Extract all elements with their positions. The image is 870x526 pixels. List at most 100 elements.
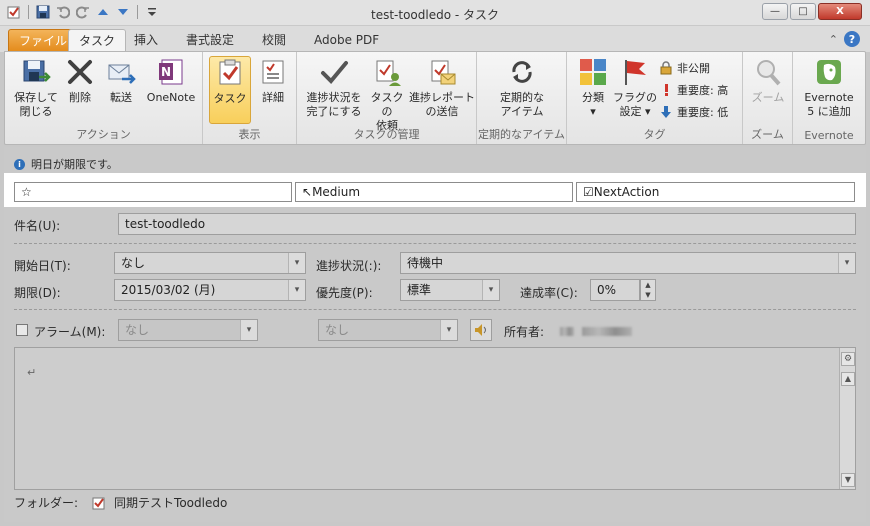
categorize-button[interactable]: 分類 ▾ (573, 56, 613, 119)
folder-label: フォルダー: (14, 496, 79, 510)
reminder-sound-button[interactable] (470, 319, 492, 341)
down-arrow-icon (659, 105, 673, 119)
percent-complete-label: 達成率(C): (520, 286, 578, 300)
recurrence-label-2: アイテム (500, 105, 544, 118)
onenote-button[interactable]: N OneNote (143, 56, 199, 105)
group-actions: 保存して 閉じる 削除 転送 N OneNote アクション (5, 52, 203, 144)
divider-1 (14, 243, 856, 244)
close-button[interactable]: X (818, 3, 862, 20)
assign-task-button[interactable]: タスクの 依頼 (367, 56, 407, 133)
zoom-button[interactable]: ズーム (749, 56, 787, 105)
spin-up-icon[interactable]: ▲ (641, 280, 655, 290)
maximize-button[interactable]: □ (790, 3, 816, 20)
scroll-up-icon[interactable]: ▲ (841, 372, 855, 386)
folder-footer: フォルダー: 同期テストToodledo (14, 494, 227, 511)
categorize-label: 分類 (582, 91, 604, 104)
start-date-label: 開始日(T): (14, 259, 71, 273)
due-date-combo[interactable]: 2015/03/02 (月) (114, 279, 306, 301)
checkmark-icon (318, 56, 350, 88)
minimize-ribbon-icon[interactable]: ⌃ (829, 33, 838, 46)
send-status-report-icon (426, 56, 458, 88)
folder-value: 同期テストToodledo (114, 496, 228, 510)
help-icon[interactable]: ? (844, 31, 860, 47)
send-status-report-button[interactable]: 進捗レポート の送信 (409, 56, 475, 119)
start-date-combo[interactable]: なし (114, 252, 306, 274)
group-tags-label: タグ (643, 128, 666, 141)
priority-label: 優先度(P): (316, 286, 373, 300)
magnifier-icon (752, 56, 784, 88)
title-bar: test-toodledo - タスク — □ X (0, 0, 870, 26)
tab-adobe-pdf[interactable]: Adobe PDF (304, 29, 389, 52)
group-evernote-label: Evernote (804, 129, 854, 142)
task-view-icon (214, 57, 246, 89)
delete-label: 削除 (69, 91, 91, 104)
lock-icon (659, 61, 673, 75)
notes-content: ↵ (27, 366, 37, 379)
low-importance-button[interactable]: 重要度: 低 (659, 104, 728, 120)
task-view-button[interactable]: タスク (209, 56, 251, 124)
reminder-time-combo[interactable]: なし (318, 319, 458, 341)
assign-task-label-1: タスクの (370, 91, 404, 118)
divider-2 (14, 309, 856, 310)
info-bar: i 明日が期限です。 (14, 156, 118, 172)
private-button[interactable]: 非公開 (659, 60, 710, 76)
follow-up-button[interactable]: フラグの 設定 ▾ (613, 56, 657, 119)
toodledo-tag-strip: ☆ ↖Medium ☑NextAction (4, 173, 866, 207)
reminder-date-combo[interactable]: なし (118, 319, 258, 341)
details-label: 詳細 (262, 91, 284, 104)
onenote-icon: N (155, 56, 187, 88)
tab-insert[interactable]: 挿入 (124, 29, 168, 52)
group-recurrence-label: 定期的なアイテム (478, 128, 565, 141)
notes-scrollbar[interactable]: ⚙ ▲ ▼ (839, 348, 855, 489)
status-combo[interactable]: 待機中 (400, 252, 856, 274)
mark-complete-label-1: 進捗状況を (306, 91, 362, 104)
ribbon: 保存して 閉じる 削除 転送 N OneNote アクション タスク 詳細 表示… (4, 51, 866, 145)
assign-task-icon (371, 56, 403, 88)
notes-editor[interactable]: ↵ ⚙ ▲ ▼ (14, 347, 856, 490)
minimize-button[interactable]: — (762, 3, 788, 20)
group-show-label: 表示 (238, 128, 261, 141)
scroll-down-icon[interactable]: ▼ (841, 473, 855, 487)
recurrence-label-1: 定期的な (500, 91, 544, 104)
high-importance-button[interactable]: 重要度: 高 (659, 82, 728, 98)
reminder-checkbox[interactable] (16, 324, 28, 336)
star-field[interactable]: ☆ (14, 182, 292, 202)
details-icon (257, 56, 289, 88)
save-close-icon (20, 56, 52, 88)
details-button[interactable]: 詳細 (253, 56, 293, 105)
tab-task[interactable]: タスク (68, 29, 127, 52)
spin-down-icon[interactable]: ▼ (641, 290, 655, 300)
exclamation-icon (659, 83, 673, 97)
svg-text:N: N (161, 65, 171, 79)
evernote-add-label-1: Evernote (804, 91, 854, 104)
notes-options-icon[interactable]: ⚙ (841, 352, 855, 366)
tab-bar-right: ⌃ ? (829, 31, 860, 47)
categorize-dropdown: ▾ (590, 105, 596, 118)
priority-tag-field[interactable]: ↖Medium (295, 182, 573, 202)
evernote-icon (813, 56, 845, 88)
forward-icon (105, 56, 137, 88)
group-show: タスク 詳細 表示 (203, 52, 297, 144)
delete-button[interactable]: 削除 (61, 56, 99, 105)
tab-review[interactable]: 校閲 (252, 29, 296, 52)
group-zoom: ズーム ズーム (743, 52, 793, 144)
window-controls: — □ X (762, 3, 862, 20)
info-icon: i (14, 158, 25, 170)
task-form: i 明日が期限です。 ☆ ↖Medium ☑NextAction 件名(U): … (4, 147, 866, 522)
ribbon-tab-bar: ファイル タスク 挿入 書式設定 校閲 Adobe PDF ⌃ ? (0, 26, 870, 52)
reminder-label: アラーム(M): (34, 325, 106, 339)
percent-complete-input[interactable]: 0% (590, 279, 640, 301)
recurrence-button[interactable]: 定期的な アイテム (495, 56, 549, 119)
evernote-add-button[interactable]: Evernote 5 に追加 (797, 56, 861, 119)
next-action-field[interactable]: ☑NextAction (576, 182, 855, 202)
save-close-button[interactable]: 保存して 閉じる (11, 56, 61, 119)
subject-input[interactable]: test-toodledo (118, 213, 856, 235)
zoom-label: ズーム (751, 91, 785, 104)
forward-button[interactable]: 転送 (101, 56, 141, 105)
mark-complete-button[interactable]: 進捗状況を 完了にする (301, 56, 367, 119)
percent-spinner[interactable]: ▲ ▼ (640, 279, 656, 301)
owner-value-redacted (560, 325, 632, 339)
window-title: test-toodledo - タスク (370, 8, 500, 22)
tab-format-text[interactable]: 書式設定 (176, 29, 244, 52)
priority-combo[interactable]: 標準 (400, 279, 500, 301)
